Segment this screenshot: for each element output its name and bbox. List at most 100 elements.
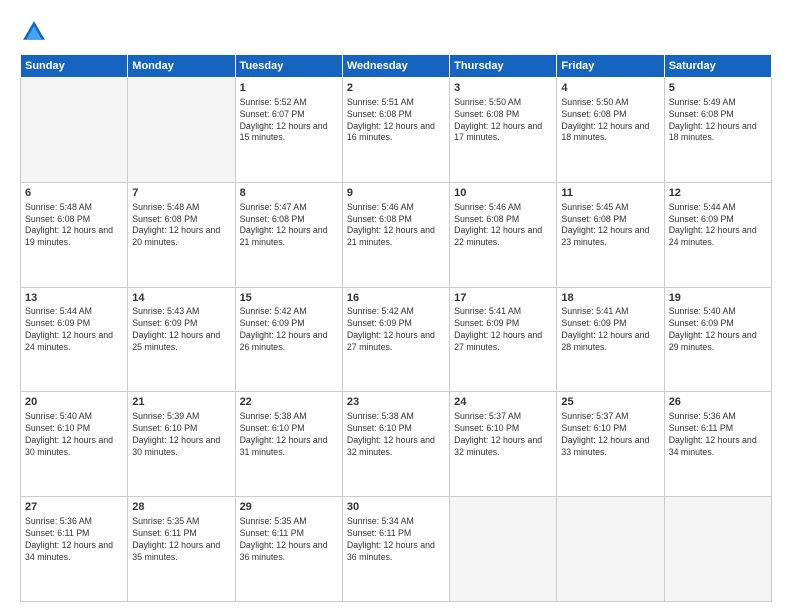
calendar-cell bbox=[450, 497, 557, 602]
day-info: Sunrise: 5:49 AMSunset: 6:08 PMDaylight:… bbox=[669, 97, 767, 145]
calendar-cell: 1Sunrise: 5:52 AMSunset: 6:07 PMDaylight… bbox=[235, 78, 342, 183]
week-row-3: 13Sunrise: 5:44 AMSunset: 6:09 PMDayligh… bbox=[21, 287, 772, 392]
day-info: Sunrise: 5:47 AMSunset: 6:08 PMDaylight:… bbox=[240, 202, 338, 250]
day-number: 29 bbox=[240, 500, 338, 515]
day-number: 2 bbox=[347, 81, 445, 96]
week-row-4: 20Sunrise: 5:40 AMSunset: 6:10 PMDayligh… bbox=[21, 392, 772, 497]
calendar-cell: 23Sunrise: 5:38 AMSunset: 6:10 PMDayligh… bbox=[342, 392, 449, 497]
day-info: Sunrise: 5:38 AMSunset: 6:10 PMDaylight:… bbox=[240, 411, 338, 459]
calendar-cell: 19Sunrise: 5:40 AMSunset: 6:09 PMDayligh… bbox=[664, 287, 771, 392]
calendar-cell: 24Sunrise: 5:37 AMSunset: 6:10 PMDayligh… bbox=[450, 392, 557, 497]
day-number: 16 bbox=[347, 291, 445, 306]
calendar-cell: 6Sunrise: 5:48 AMSunset: 6:08 PMDaylight… bbox=[21, 182, 128, 287]
day-number: 27 bbox=[25, 500, 123, 515]
day-info: Sunrise: 5:50 AMSunset: 6:08 PMDaylight:… bbox=[454, 97, 552, 145]
calendar-cell: 18Sunrise: 5:41 AMSunset: 6:09 PMDayligh… bbox=[557, 287, 664, 392]
calendar-cell bbox=[128, 78, 235, 183]
day-number: 15 bbox=[240, 291, 338, 306]
day-number: 28 bbox=[132, 500, 230, 515]
day-number: 13 bbox=[25, 291, 123, 306]
calendar-cell: 7Sunrise: 5:48 AMSunset: 6:08 PMDaylight… bbox=[128, 182, 235, 287]
day-info: Sunrise: 5:41 AMSunset: 6:09 PMDaylight:… bbox=[561, 306, 659, 354]
col-header-monday: Monday bbox=[128, 55, 235, 78]
day-number: 9 bbox=[347, 186, 445, 201]
day-info: Sunrise: 5:35 AMSunset: 6:11 PMDaylight:… bbox=[240, 516, 338, 564]
day-info: Sunrise: 5:43 AMSunset: 6:09 PMDaylight:… bbox=[132, 306, 230, 354]
col-header-sunday: Sunday bbox=[21, 55, 128, 78]
day-number: 14 bbox=[132, 291, 230, 306]
calendar-cell: 12Sunrise: 5:44 AMSunset: 6:09 PMDayligh… bbox=[664, 182, 771, 287]
calendar-cell: 13Sunrise: 5:44 AMSunset: 6:09 PMDayligh… bbox=[21, 287, 128, 392]
calendar-header-row: SundayMondayTuesdayWednesdayThursdayFrid… bbox=[21, 55, 772, 78]
day-number: 17 bbox=[454, 291, 552, 306]
week-row-2: 6Sunrise: 5:48 AMSunset: 6:08 PMDaylight… bbox=[21, 182, 772, 287]
day-info: Sunrise: 5:46 AMSunset: 6:08 PMDaylight:… bbox=[347, 202, 445, 250]
day-info: Sunrise: 5:44 AMSunset: 6:09 PMDaylight:… bbox=[669, 202, 767, 250]
col-header-saturday: Saturday bbox=[664, 55, 771, 78]
calendar-cell: 4Sunrise: 5:50 AMSunset: 6:08 PMDaylight… bbox=[557, 78, 664, 183]
day-info: Sunrise: 5:44 AMSunset: 6:09 PMDaylight:… bbox=[25, 306, 123, 354]
col-header-friday: Friday bbox=[557, 55, 664, 78]
day-info: Sunrise: 5:38 AMSunset: 6:10 PMDaylight:… bbox=[347, 411, 445, 459]
day-info: Sunrise: 5:45 AMSunset: 6:08 PMDaylight:… bbox=[561, 202, 659, 250]
col-header-tuesday: Tuesday bbox=[235, 55, 342, 78]
day-info: Sunrise: 5:37 AMSunset: 6:10 PMDaylight:… bbox=[561, 411, 659, 459]
day-info: Sunrise: 5:36 AMSunset: 6:11 PMDaylight:… bbox=[25, 516, 123, 564]
calendar-cell bbox=[664, 497, 771, 602]
calendar-cell: 11Sunrise: 5:45 AMSunset: 6:08 PMDayligh… bbox=[557, 182, 664, 287]
col-header-thursday: Thursday bbox=[450, 55, 557, 78]
day-info: Sunrise: 5:34 AMSunset: 6:11 PMDaylight:… bbox=[347, 516, 445, 564]
calendar-cell: 16Sunrise: 5:42 AMSunset: 6:09 PMDayligh… bbox=[342, 287, 449, 392]
calendar-cell: 26Sunrise: 5:36 AMSunset: 6:11 PMDayligh… bbox=[664, 392, 771, 497]
calendar-cell: 30Sunrise: 5:34 AMSunset: 6:11 PMDayligh… bbox=[342, 497, 449, 602]
day-number: 7 bbox=[132, 186, 230, 201]
calendar-cell: 28Sunrise: 5:35 AMSunset: 6:11 PMDayligh… bbox=[128, 497, 235, 602]
week-row-5: 27Sunrise: 5:36 AMSunset: 6:11 PMDayligh… bbox=[21, 497, 772, 602]
day-number: 8 bbox=[240, 186, 338, 201]
calendar-cell: 21Sunrise: 5:39 AMSunset: 6:10 PMDayligh… bbox=[128, 392, 235, 497]
calendar-cell: 10Sunrise: 5:46 AMSunset: 6:08 PMDayligh… bbox=[450, 182, 557, 287]
calendar-table: SundayMondayTuesdayWednesdayThursdayFrid… bbox=[20, 54, 772, 602]
day-number: 21 bbox=[132, 395, 230, 410]
day-number: 1 bbox=[240, 81, 338, 96]
day-number: 18 bbox=[561, 291, 659, 306]
calendar-cell: 17Sunrise: 5:41 AMSunset: 6:09 PMDayligh… bbox=[450, 287, 557, 392]
week-row-1: 1Sunrise: 5:52 AMSunset: 6:07 PMDaylight… bbox=[21, 78, 772, 183]
calendar-cell: 27Sunrise: 5:36 AMSunset: 6:11 PMDayligh… bbox=[21, 497, 128, 602]
day-info: Sunrise: 5:39 AMSunset: 6:10 PMDaylight:… bbox=[132, 411, 230, 459]
calendar-cell: 9Sunrise: 5:46 AMSunset: 6:08 PMDaylight… bbox=[342, 182, 449, 287]
calendar-cell: 2Sunrise: 5:51 AMSunset: 6:08 PMDaylight… bbox=[342, 78, 449, 183]
day-number: 3 bbox=[454, 81, 552, 96]
logo bbox=[20, 18, 52, 46]
day-number: 24 bbox=[454, 395, 552, 410]
logo-icon bbox=[20, 18, 48, 46]
calendar-cell: 15Sunrise: 5:42 AMSunset: 6:09 PMDayligh… bbox=[235, 287, 342, 392]
calendar-cell bbox=[557, 497, 664, 602]
day-info: Sunrise: 5:52 AMSunset: 6:07 PMDaylight:… bbox=[240, 97, 338, 145]
day-info: Sunrise: 5:37 AMSunset: 6:10 PMDaylight:… bbox=[454, 411, 552, 459]
day-info: Sunrise: 5:36 AMSunset: 6:11 PMDaylight:… bbox=[669, 411, 767, 459]
calendar-cell: 29Sunrise: 5:35 AMSunset: 6:11 PMDayligh… bbox=[235, 497, 342, 602]
day-number: 20 bbox=[25, 395, 123, 410]
day-info: Sunrise: 5:50 AMSunset: 6:08 PMDaylight:… bbox=[561, 97, 659, 145]
day-info: Sunrise: 5:42 AMSunset: 6:09 PMDaylight:… bbox=[347, 306, 445, 354]
day-number: 19 bbox=[669, 291, 767, 306]
calendar-cell: 22Sunrise: 5:38 AMSunset: 6:10 PMDayligh… bbox=[235, 392, 342, 497]
day-info: Sunrise: 5:48 AMSunset: 6:08 PMDaylight:… bbox=[132, 202, 230, 250]
day-number: 10 bbox=[454, 186, 552, 201]
header bbox=[20, 18, 772, 46]
day-info: Sunrise: 5:51 AMSunset: 6:08 PMDaylight:… bbox=[347, 97, 445, 145]
day-number: 23 bbox=[347, 395, 445, 410]
day-info: Sunrise: 5:40 AMSunset: 6:10 PMDaylight:… bbox=[25, 411, 123, 459]
calendar-cell: 5Sunrise: 5:49 AMSunset: 6:08 PMDaylight… bbox=[664, 78, 771, 183]
day-info: Sunrise: 5:41 AMSunset: 6:09 PMDaylight:… bbox=[454, 306, 552, 354]
day-number: 11 bbox=[561, 186, 659, 201]
page: SundayMondayTuesdayWednesdayThursdayFrid… bbox=[0, 0, 792, 612]
col-header-wednesday: Wednesday bbox=[342, 55, 449, 78]
day-info: Sunrise: 5:35 AMSunset: 6:11 PMDaylight:… bbox=[132, 516, 230, 564]
day-info: Sunrise: 5:46 AMSunset: 6:08 PMDaylight:… bbox=[454, 202, 552, 250]
day-number: 26 bbox=[669, 395, 767, 410]
day-number: 30 bbox=[347, 500, 445, 515]
day-info: Sunrise: 5:48 AMSunset: 6:08 PMDaylight:… bbox=[25, 202, 123, 250]
calendar-cell bbox=[21, 78, 128, 183]
